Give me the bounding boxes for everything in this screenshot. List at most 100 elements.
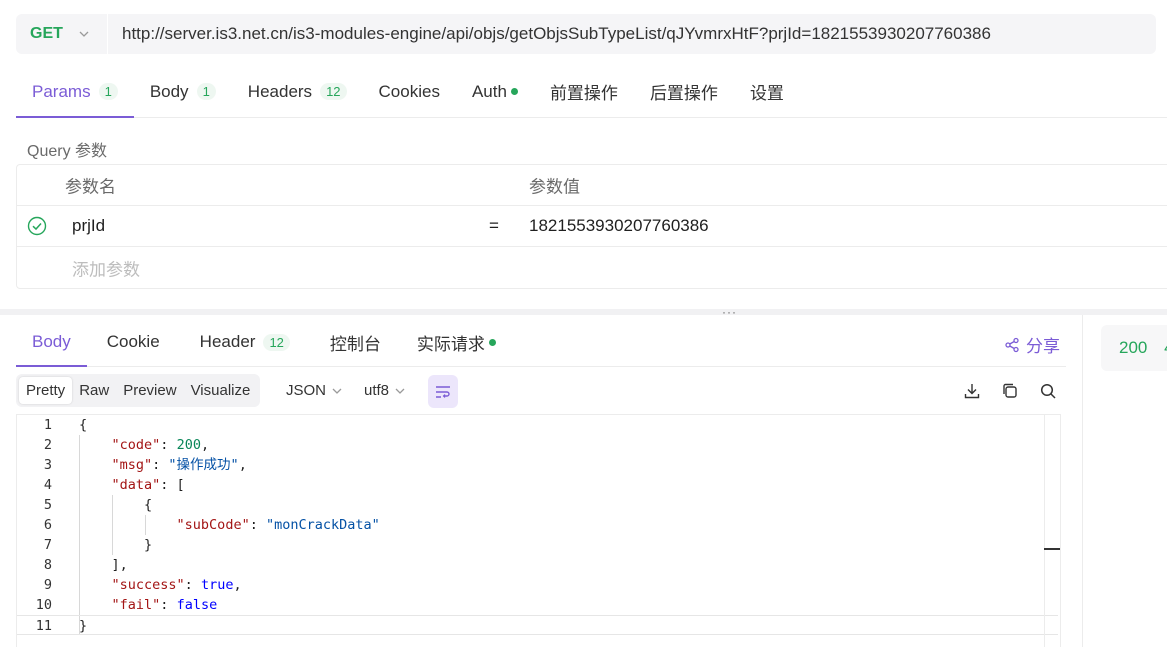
- line-number: 3: [43, 457, 52, 473]
- view-mode-visualize[interactable]: Visualize: [184, 377, 258, 404]
- status-badge: 200 4: [1101, 325, 1167, 371]
- share-button[interactable]: 分享: [1004, 332, 1060, 357]
- code-line-current: 11}: [17, 615, 1058, 635]
- tab-pre-operations-label: 前置操作: [549, 84, 618, 103]
- table-header: 参数名 参数值: [17, 165, 1167, 206]
- view-mode-raw[interactable]: Raw: [72, 377, 116, 404]
- json-key: "subCode": [176, 517, 250, 533]
- line-number: 6: [43, 517, 52, 533]
- tab-response-body[interactable]: Body: [16, 318, 87, 367]
- response-status-panel: 200 4: [1082, 315, 1167, 647]
- view-mode-pretty[interactable]: Pretty: [19, 377, 73, 404]
- status-code: 200: [1119, 338, 1148, 357]
- tab-actual-request[interactable]: 实际请求: [401, 318, 512, 366]
- response-toolbar: Pretty Raw Preview Visualize JSON utf8: [16, 374, 1061, 408]
- method-label: GET: [30, 25, 63, 42]
- body-count-badge: 1: [196, 83, 216, 100]
- url-input[interactable]: http://server.is3.net.cn/is3-modules-eng…: [108, 24, 991, 44]
- tab-post-operations-label: 后置操作: [649, 84, 718, 103]
- json-value: "操作成功": [168, 457, 239, 473]
- drag-handle-icon[interactable]: ···: [722, 306, 737, 318]
- table-row: 添加参数: [17, 247, 1167, 288]
- download-icon[interactable]: [963, 382, 981, 400]
- column-header-name: 参数名: [65, 177, 116, 197]
- format-select[interactable]: JSON: [286, 382, 342, 399]
- param-name-input[interactable]: prjId: [72, 216, 105, 236]
- code-line: 10 "fail": false: [17, 595, 1060, 615]
- code-line: 1{: [17, 415, 1060, 435]
- view-mode-preview[interactable]: Preview: [116, 377, 183, 404]
- tab-response-cookie[interactable]: Cookie: [87, 318, 180, 366]
- tab-cookies[interactable]: Cookies: [363, 66, 456, 117]
- line-number: 8: [43, 557, 52, 573]
- tab-response-cookie-label: Cookie: [106, 332, 160, 351]
- share-icon: [1005, 337, 1019, 352]
- code-line: 9 "success": true,: [17, 575, 1060, 595]
- param-value-input[interactable]: 1821553930207760386: [529, 216, 709, 236]
- json-value: 200: [176, 437, 201, 453]
- search-icon[interactable]: [1039, 382, 1057, 400]
- method-select[interactable]: GET: [16, 14, 108, 54]
- tab-params-label: Params: [32, 81, 91, 101]
- line-number: 4: [43, 477, 52, 493]
- encoding-select[interactable]: utf8: [364, 382, 405, 399]
- param-equals: =: [489, 216, 499, 235]
- json-value: "monCrackData": [265, 517, 380, 533]
- request-tabs: Params 1 Body 1 Headers 12 Cookies Auth 前置操…: [16, 66, 1167, 118]
- tab-response-header-label: Header: [199, 332, 256, 351]
- scroll-position-marker: [1044, 548, 1060, 550]
- line-number: 2: [43, 437, 52, 453]
- tab-body-label: Body: [149, 81, 189, 101]
- headers-count-badge: 12: [320, 83, 347, 100]
- share-label: 分享: [1026, 337, 1060, 356]
- tab-post-operations[interactable]: 后置操作: [634, 66, 734, 117]
- tab-body[interactable]: Body 1: [134, 66, 232, 117]
- response-tabs: Body Cookie Header 12 控制台 实际请求 分享: [16, 318, 1066, 367]
- add-param-input[interactable]: 添加参数: [72, 255, 140, 280]
- code-line: 2 "code": 200,: [17, 435, 1060, 455]
- line-number: 11: [35, 618, 52, 634]
- chevron-down-icon: [79, 31, 89, 37]
- tab-console-label: 控制台: [329, 334, 381, 354]
- tab-params[interactable]: Params 1: [16, 66, 134, 118]
- code-line: 3 "msg": "操作成功",: [17, 455, 1060, 475]
- tab-headers-label: Headers: [247, 81, 313, 101]
- tab-response-body-label: Body: [32, 332, 71, 351]
- panel-splitter[interactable]: [0, 309, 1167, 315]
- url-bar: GET http://server.is3.net.cn/is3-modules…: [16, 14, 1156, 54]
- json-value: true: [200, 577, 234, 593]
- tab-headers[interactable]: Headers 12: [232, 66, 363, 117]
- word-wrap-button[interactable]: [428, 375, 458, 408]
- tab-pre-operations[interactable]: 前置操作: [534, 66, 634, 117]
- params-count-badge: 1: [98, 83, 118, 100]
- tab-cookies-label: Cookies: [378, 81, 440, 101]
- actual-request-status-dot: [488, 338, 496, 346]
- code-line: 7 }: [17, 535, 1060, 555]
- chevron-down-icon: [395, 388, 405, 394]
- format-value: JSON: [286, 382, 327, 399]
- table-row: prjId = 1821553930207760386: [17, 206, 1167, 247]
- json-key: "success": [111, 577, 185, 593]
- tab-auth[interactable]: Auth: [456, 66, 534, 117]
- json-value: false: [176, 597, 218, 613]
- line-number: 9: [43, 577, 52, 593]
- tab-response-header[interactable]: Header 12: [180, 318, 310, 366]
- tab-console[interactable]: 控制台: [310, 318, 401, 366]
- response-header-count-badge: 12: [263, 333, 290, 351]
- json-key: "fail": [111, 597, 161, 613]
- auth-status-dot: [510, 88, 518, 95]
- line-number: 10: [35, 597, 52, 613]
- query-params-title: Query 参数: [27, 143, 108, 160]
- code-line: 6 "subCode": "monCrackData": [17, 515, 1060, 535]
- check-circle-icon[interactable]: [27, 216, 47, 236]
- response-body-editor[interactable]: 1{ 2 "code": 200, 3 "msg": "操作成功", 4 "da…: [16, 414, 1061, 647]
- tab-settings-label: 设置: [749, 84, 784, 103]
- vertical-scrollbar[interactable]: [1044, 415, 1060, 647]
- tab-settings[interactable]: 设置: [734, 66, 800, 117]
- query-params-table: 参数名 参数值 prjId = 1821553930207760386 添加参数: [16, 164, 1167, 289]
- copy-icon[interactable]: [1001, 382, 1019, 400]
- chevron-down-icon: [332, 388, 342, 394]
- json-key: "data": [111, 477, 161, 493]
- encoding-value: utf8: [364, 382, 390, 399]
- wrap-lines-icon: [436, 385, 450, 398]
